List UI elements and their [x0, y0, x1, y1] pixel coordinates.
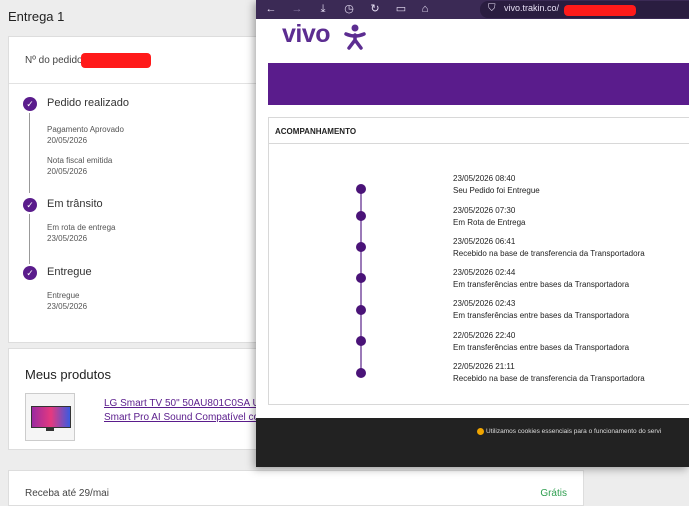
event-time: 23/05/2026 06:41 — [453, 237, 516, 246]
free-shipping-label: Grátis — [540, 488, 567, 499]
delivery-estimate-card: Receba até 29/mai Grátis — [8, 470, 584, 506]
event-time: 23/05/2026 08:40 — [453, 174, 516, 183]
step-sub-label: Em rota de entrega — [47, 223, 116, 232]
step-sub-date: 20/05/2026 — [47, 136, 88, 145]
tracking-popup-window: ← → ⤓ ◷ ↻ ▭ ⌂ ⛉ vivo.trakin.co/ vivo ACO… — [256, 0, 689, 467]
product-name-line2: Smart Pro AI Sound Compatível com — [104, 412, 268, 423]
cookie-banner: Utilizamos cookies essenciais para o fun… — [256, 418, 689, 467]
check-icon: ✓ — [23, 266, 37, 280]
step-sub-label: Pagamento Aprovado — [47, 125, 124, 134]
tab-icon[interactable]: ▭ — [394, 2, 408, 16]
products-title: Meus produtos — [25, 367, 111, 382]
step-sub-date: 20/05/2026 — [47, 167, 88, 176]
cookie-icon — [477, 428, 484, 435]
event-time: 23/05/2026 02:44 — [453, 268, 516, 277]
redacted-order-number — [81, 53, 151, 68]
event-description: Em Rota de Entrega — [453, 218, 526, 227]
event-description: Em transferências entre bases da Transpo… — [453, 311, 630, 320]
shield-icon: ⛉ — [488, 3, 496, 14]
tv-image — [31, 406, 71, 428]
step-connector — [29, 113, 30, 193]
event-time: 23/05/2026 02:43 — [453, 299, 516, 308]
event-description: Recebido na base de transferencia da Tra… — [453, 249, 645, 258]
timeline-dot — [356, 184, 366, 194]
event-description: Em transferências entre bases da Transpo… — [453, 280, 630, 289]
check-icon: ✓ — [23, 97, 37, 111]
step-sub-date: 23/05/2026 — [47, 302, 88, 311]
divider — [269, 143, 689, 144]
timeline-dot — [356, 273, 366, 283]
browser-toolbar: ← → ⤓ ◷ ↻ ▭ ⌂ ⛉ vivo.trakin.co/ — [256, 0, 689, 19]
event-description: Seu Pedido foi Entregue — [453, 186, 540, 195]
product-link[interactable]: LG Smart TV 50" 50AU801C0SA UH Smart Pro… — [104, 397, 267, 425]
reload-icon[interactable]: ↻ — [368, 2, 382, 16]
timeline-dot — [356, 305, 366, 315]
timeline-dot — [356, 242, 366, 252]
event-description: Recebido na base de transferencia da Tra… — [453, 374, 645, 383]
forward-icon[interactable]: → — [290, 2, 304, 16]
event-time: 22/05/2026 21:11 — [453, 362, 515, 371]
delivery-title: Entrega 1 — [8, 9, 65, 24]
event-time: 23/05/2026 07:30 — [453, 206, 516, 215]
step-title: Pedido realizado — [47, 97, 129, 109]
timeline-dot — [356, 368, 366, 378]
step-title: Entregue — [47, 266, 92, 278]
back-icon[interactable]: ← — [264, 2, 278, 16]
step-connector — [29, 214, 30, 264]
purple-banner — [268, 63, 689, 105]
cookie-text: Utilizamos cookies essenciais para o fun… — [486, 428, 662, 435]
step-sub-date: 23/05/2026 — [47, 234, 88, 243]
home-icon[interactable]: ⌂ — [418, 2, 432, 16]
address-bar[interactable]: ⛉ vivo.trakin.co/ — [480, 1, 689, 18]
history-icon[interactable]: ◷ — [342, 2, 356, 16]
timeline-dot — [356, 211, 366, 221]
tracking-header: ACOMPANHAMENTO — [275, 127, 357, 136]
step-sub-label: Nota fiscal emitida — [47, 156, 113, 165]
redacted-url-path — [564, 5, 636, 16]
product-thumbnail[interactable] — [25, 393, 75, 441]
vivo-logo: vivo — [282, 20, 331, 48]
event-time: 22/05/2026 22:40 — [453, 331, 516, 340]
receive-by-text: Receba até 29/mai — [25, 488, 109, 499]
download-icon[interactable]: ⤓ — [316, 2, 330, 16]
order-number-label: Nº do pedido — [25, 55, 83, 66]
tracking-panel: ACOMPANHAMENTO 23/05/2026 08:40 Seu Pedi… — [268, 117, 689, 405]
timeline-dot — [356, 336, 366, 346]
vivo-person-icon — [344, 24, 366, 50]
tv-stand — [46, 428, 54, 431]
url-text: vivo.trakin.co/ — [504, 3, 560, 13]
check-icon: ✓ — [23, 198, 37, 212]
step-sub-label: Entregue — [47, 291, 80, 300]
step-title: Em trânsito — [47, 198, 103, 210]
event-description: Em transferências entre bases da Transpo… — [453, 343, 630, 352]
product-name-line1: LG Smart TV 50" 50AU801C0SA UH — [104, 398, 267, 409]
